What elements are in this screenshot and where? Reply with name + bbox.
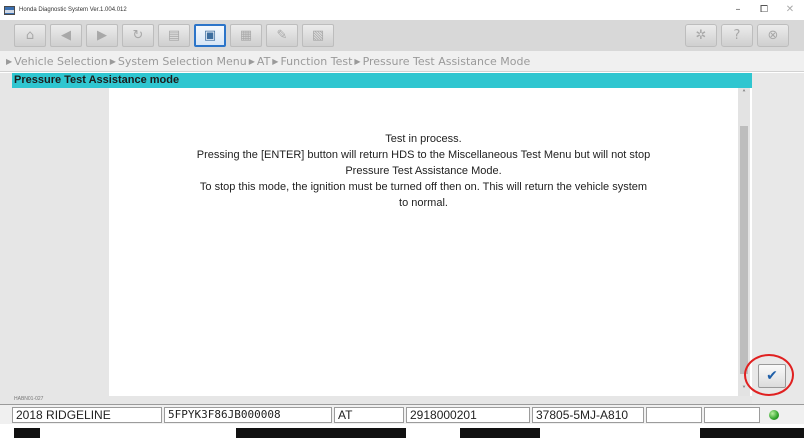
help-icon: ? — [733, 28, 741, 43]
content-bottom-margin — [12, 396, 752, 404]
status-part-number: 37805-5MJ-A810 — [532, 407, 644, 423]
breadcrumb-arrow-icon: ▶ — [248, 56, 255, 66]
scroll-down-icon[interactable]: ˅ — [738, 384, 750, 396]
breadcrumb-function-test[interactable]: Function Test — [280, 55, 352, 68]
app-icon — [4, 5, 15, 15]
checkmark-icon: ✔ — [766, 368, 778, 384]
message-line: to normal. — [399, 197, 448, 209]
help-button[interactable]: ? — [721, 24, 753, 47]
status-extra-2 — [704, 407, 760, 423]
data-icon: ▧ — [311, 28, 325, 43]
status-extra-1 — [646, 407, 702, 423]
status-model: 2018 RIDGELINE — [12, 407, 162, 423]
message-panel: Test in process. Pressing the [ENTER] bu… — [109, 88, 738, 396]
gear-icon: ✲ — [695, 28, 707, 43]
note-icon: ✎ — [276, 28, 288, 43]
exit-icon: ⊗ — [767, 28, 779, 43]
scroll-thumb[interactable] — [740, 126, 748, 374]
print-icon: ▤ — [167, 28, 181, 43]
message-line: Pressure Test Assistance Mode. — [345, 165, 502, 177]
breadcrumb: ▶ Vehicle Selection ▶ System Selection M… — [0, 51, 804, 72]
taskbar-segment — [460, 428, 540, 438]
print-button[interactable]: ▤ — [158, 24, 190, 47]
window-titlebar: Honda Diagnostic System Ver.1.004.012 – … — [0, 0, 804, 20]
screen-code: HABN01-027 — [14, 396, 44, 402]
taskbar-segment — [700, 428, 804, 438]
taskbar-segment — [236, 428, 406, 438]
status-ecu-id: 2918000201 — [406, 407, 530, 423]
refresh-button[interactable]: ↻ — [122, 24, 154, 47]
breadcrumb-arrow-icon: ▶ — [354, 56, 361, 66]
breadcrumb-at[interactable]: AT — [257, 55, 270, 68]
left-frame-edge — [0, 73, 12, 404]
back-icon: ◀ — [61, 28, 71, 43]
breadcrumb-vehicle-selection[interactable]: Vehicle Selection — [14, 55, 108, 68]
back-button[interactable]: ◀ — [50, 24, 82, 47]
refresh-icon: ↻ — [132, 28, 144, 43]
home-icon: ⌂ — [25, 28, 35, 43]
page-title: Pressure Test Assistance mode — [12, 73, 752, 88]
status-vin: 5FPYK3F86JB000008 — [164, 407, 332, 423]
screen-view-button[interactable]: ▣ — [194, 24, 226, 47]
connection-status-icon — [769, 410, 779, 420]
minimize-button[interactable]: – — [732, 0, 744, 20]
snapshot-button[interactable]: ▦ — [230, 24, 262, 47]
message-line: Test in process. — [385, 133, 462, 145]
note-button[interactable]: ✎ — [266, 24, 298, 47]
breadcrumb-system-selection[interactable]: System Selection Menu — [118, 55, 247, 68]
breadcrumb-arrow-icon: ▶ — [109, 56, 116, 66]
home-button[interactable]: ⌂ — [14, 24, 46, 47]
snapshot-icon: ▦ — [239, 28, 253, 43]
breadcrumb-arrow-icon: ▶ — [272, 56, 279, 66]
close-window-button[interactable]: ✕ — [784, 0, 796, 20]
window-title: Honda Diagnostic System Ver.1.004.012 — [19, 7, 127, 13]
taskbar-segment — [14, 428, 40, 438]
content-left-margin — [12, 88, 109, 396]
right-side-panel — [752, 73, 804, 404]
restore-button[interactable]: ⧠ — [758, 0, 770, 20]
message-line: To stop this mode, the ignition must be … — [199, 181, 648, 193]
status-system: AT — [334, 407, 404, 423]
screen-icon: ▣ — [203, 28, 217, 43]
scroll-up-icon[interactable]: ˄ — [738, 88, 750, 100]
taskbar-strip — [0, 424, 804, 440]
message-text: Test in process. Pressing the [ENTER] bu… — [109, 131, 738, 211]
settings-button[interactable]: ✲ — [685, 24, 717, 47]
breadcrumb-current-page: Pressure Test Assistance Mode — [362, 54, 531, 68]
confirm-button[interactable]: ✔ — [758, 364, 786, 388]
message-line: Pressing the [ENTER] button will return … — [196, 149, 651, 161]
exit-button[interactable]: ⊗ — [757, 24, 789, 47]
breadcrumb-arrow-icon: ▶ — [6, 56, 13, 66]
forward-button[interactable]: ▶ — [86, 24, 118, 47]
toolbar: ⌂ ◀ ▶ ↻ ▤ ▣ ▦ ✎ ▧ ✲ ? ⊗ — [0, 20, 804, 52]
status-bar: 2018 RIDGELINE 5FPYK3F86JB000008 AT 2918… — [0, 404, 804, 424]
data-button[interactable]: ▧ — [302, 24, 334, 47]
forward-icon: ▶ — [97, 28, 107, 43]
vertical-scrollbar[interactable]: ˄ ˅ — [738, 88, 750, 396]
window-controls: – ⧠ ✕ — [732, 0, 796, 20]
